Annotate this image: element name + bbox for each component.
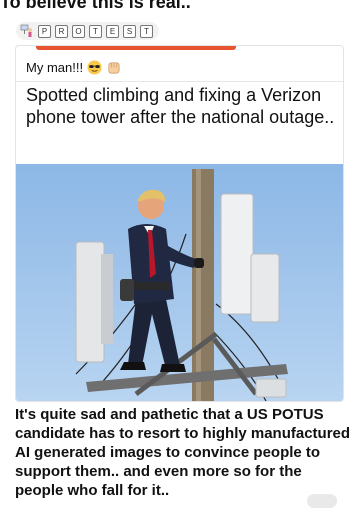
protest-label: P R O T E S T [16,22,159,40]
protest-letter: P [38,24,51,38]
protest-letter: T [140,24,153,38]
protest-person-icon [20,24,32,37]
comment-text: It's quite sad and pathetic that a US PO… [15,405,359,500]
protest-letter: E [106,24,119,38]
protest-letter: O [72,24,85,38]
man-on-utility-pole-photo[interactable] [16,164,343,401]
page-title: To believe this is real.. [0,0,191,12]
comment-line: AI generated images to convince people t… [15,444,321,461]
post-header-text: My man!!! [26,60,84,75]
card-accent-bar [36,46,236,50]
shared-post-card[interactable]: My man!!! Spotted climbing and fixing a … [15,45,344,402]
protest-letter: T [89,24,102,38]
post-header: My man!!! [16,54,343,82]
sunglasses-face-icon [87,60,102,75]
protest-letter: S [123,24,136,38]
post-text: Spotted climbing and fixing a Verizon ph… [26,85,335,127]
comment-line: candidate has to resort to highly manufa… [15,425,351,442]
comment-line: support them.. and even more so for the [15,463,302,480]
protest-letter: R [55,24,68,38]
scroll-indicator[interactable] [307,494,337,508]
fist-bump-icon [108,62,120,74]
comment-line: It's quite sad and pathetic that a US PO… [15,406,324,423]
